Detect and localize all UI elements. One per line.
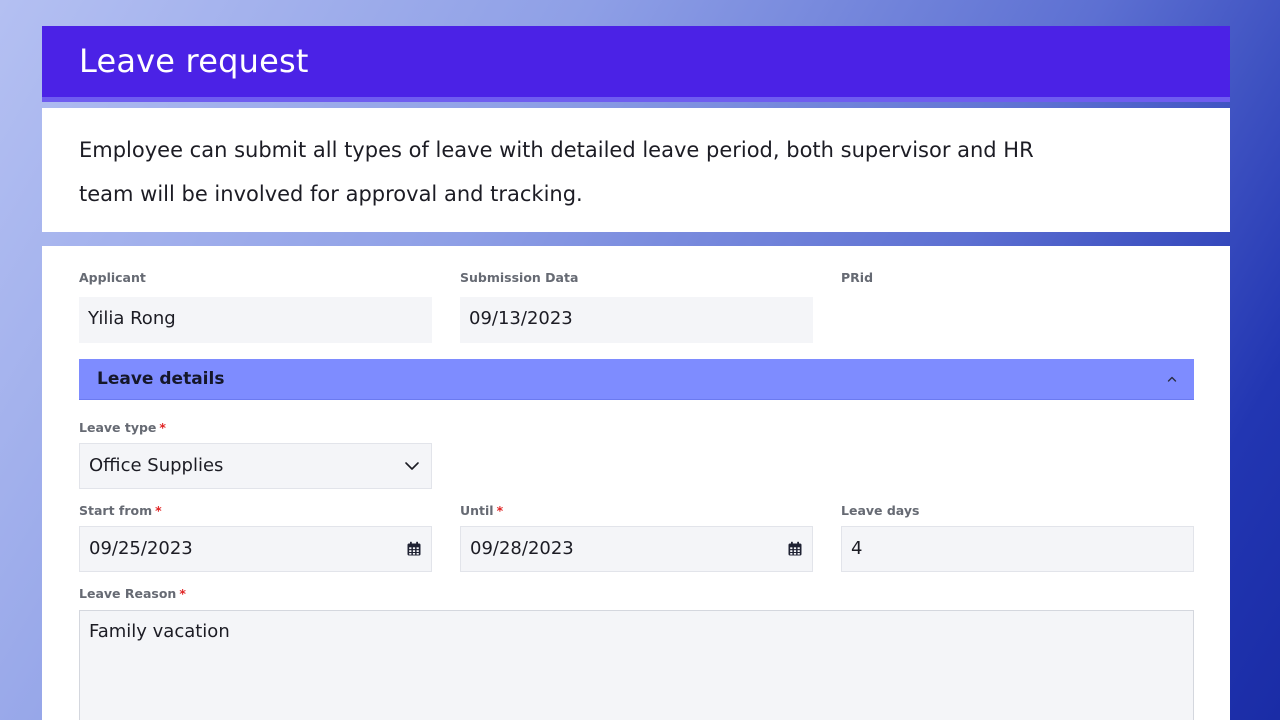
- leave-type-select[interactable]: Office Supplies: [79, 443, 432, 489]
- leave-days-label-text: Leave days: [841, 503, 920, 518]
- until-value: 09/28/2023: [470, 538, 574, 559]
- leave-form: Applicant Yilia Rong Submission Data 09/…: [42, 246, 1230, 720]
- description-card: Employee can submit all types of leave w…: [42, 108, 1230, 232]
- leave-details-section-header[interactable]: Leave details: [79, 359, 1194, 400]
- applicant-label: Applicant: [79, 270, 146, 285]
- until-date-field[interactable]: 09/28/2023: [460, 526, 813, 572]
- required-asterisk: *: [159, 420, 166, 435]
- leave-type-label-text: Leave type: [79, 420, 157, 435]
- until-label-text: Until: [460, 503, 494, 518]
- applicant-field[interactable]: Yilia Rong: [79, 297, 432, 343]
- leave-reason-value: Family vacation: [89, 621, 230, 642]
- page-title: Leave request: [79, 42, 309, 80]
- leave-type-value: Office Supplies: [89, 455, 224, 476]
- leave-days-label: Leave days: [841, 503, 919, 518]
- leave-details-title: Leave details: [97, 369, 225, 389]
- applicant-value: Yilia Rong: [88, 308, 176, 329]
- leave-reason-label-text: Leave Reason: [79, 586, 177, 601]
- submission-date-field[interactable]: 09/13/2023: [460, 297, 813, 343]
- start-from-label: Start from *: [79, 503, 162, 518]
- prid-label-text: PRid: [841, 270, 874, 285]
- calendar-icon[interactable]: [406, 541, 422, 557]
- leave-type-label: Leave type *: [79, 420, 166, 435]
- submission-date-value: 09/13/2023: [469, 308, 573, 329]
- submission-date-label-text: Submission Data: [460, 270, 579, 285]
- leave-reason-textarea[interactable]: Family vacation: [79, 610, 1194, 720]
- calendar-icon[interactable]: [787, 541, 803, 557]
- until-label: Until *: [460, 503, 503, 518]
- required-asterisk: *: [155, 503, 162, 518]
- chevron-down-icon[interactable]: [403, 457, 421, 475]
- start-from-value: 09/25/2023: [89, 538, 193, 559]
- start-from-date-field[interactable]: 09/25/2023: [79, 526, 432, 572]
- page-header: Leave request: [42, 26, 1230, 102]
- chevron-up-icon[interactable]: [1166, 373, 1178, 385]
- leave-days-field[interactable]: 4: [841, 526, 1194, 572]
- required-asterisk: *: [496, 503, 504, 518]
- applicant-label-text: Applicant: [79, 270, 146, 285]
- start-from-label-text: Start from: [79, 503, 153, 518]
- required-asterisk: *: [179, 586, 186, 601]
- leave-reason-label: Leave Reason *: [79, 586, 186, 601]
- submission-date-label: Submission Data: [460, 270, 578, 285]
- prid-label: PRid: [841, 270, 873, 285]
- leave-days-value: 4: [851, 538, 863, 559]
- description-text: Employee can submit all types of leave w…: [79, 138, 1034, 206]
